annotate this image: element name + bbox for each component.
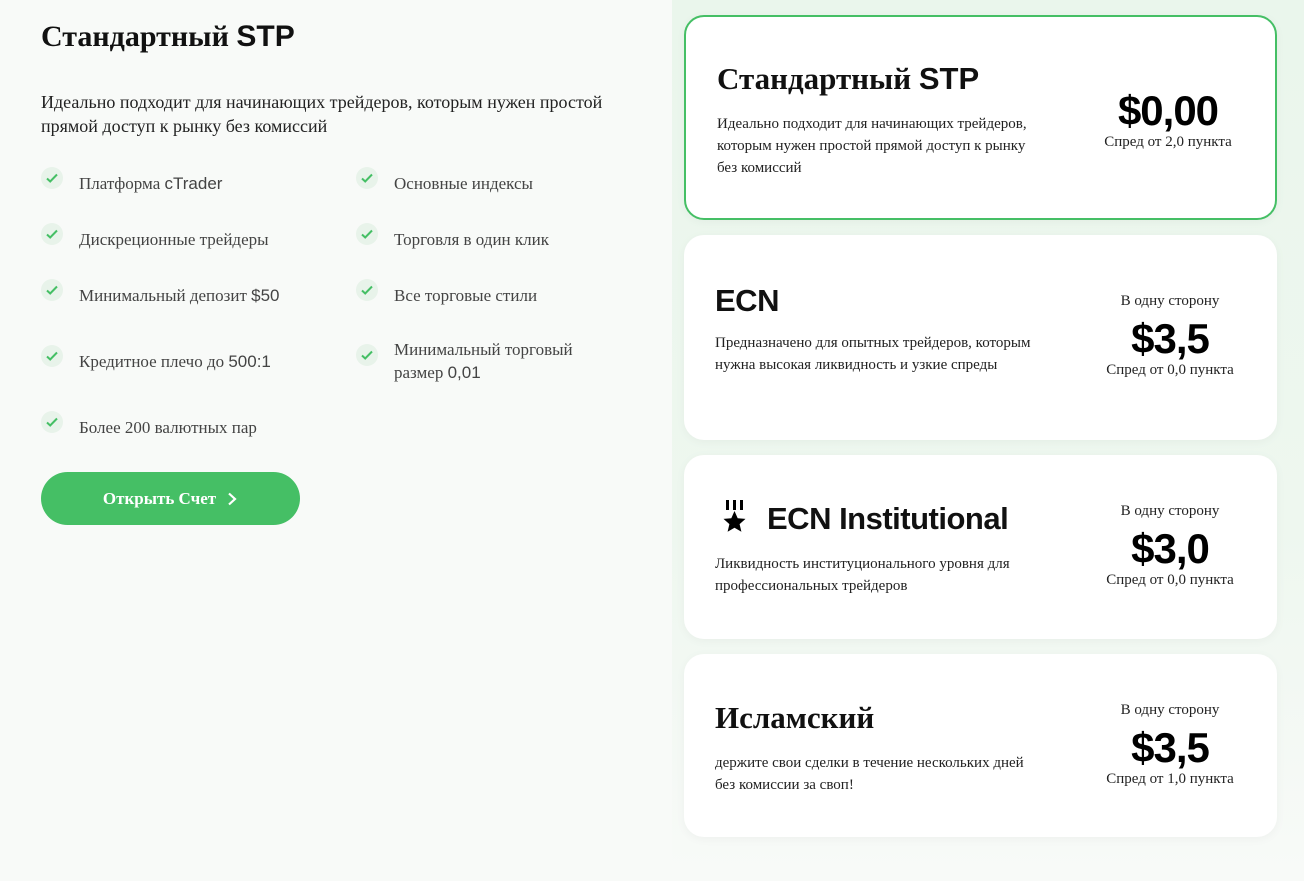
card-price: $0,00 (1117, 87, 1219, 134)
card-pricing: В одну сторону $3,0 Спред от 0,0 пункта (1095, 501, 1245, 589)
check-icon (356, 167, 378, 189)
account-card-ecn[interactable]: ECN Предназначено для опытных трейдеров,… (684, 235, 1277, 440)
card-pricing: $0,00 Спред от 2,0 пункта (1093, 89, 1243, 151)
open-account-label: Открыть Счет (102, 488, 217, 508)
account-title: Стандартный STP (41, 20, 295, 53)
card-side: В одну сторону (1120, 293, 1220, 309)
account-description: Идеально подходит для начинающих трейдер… (41, 92, 603, 136)
card-title: Стандартный STP (717, 61, 980, 96)
check-icon (41, 167, 63, 189)
check-icon (41, 411, 63, 433)
feature-item: Кредитное плечо до 500:1 (41, 345, 341, 373)
medal-star-icon (723, 500, 746, 532)
card-side: В одну сторону (1120, 503, 1220, 519)
card-side: В одну сторону (1120, 702, 1220, 718)
check-icon (41, 279, 63, 301)
feature-item: Дискреционные трейдеры (41, 223, 341, 251)
card-spread: Спред от 0,0 пункта (1106, 362, 1234, 378)
card-spread: Спред от 1,0 пункта (1106, 771, 1234, 787)
card-pricing: В одну сторону $3,5 Спред от 0,0 пункта (1095, 291, 1245, 379)
card-description: Ликвидность институционального уровня дл… (715, 556, 1010, 594)
feature-item: Минимальный торговый размер 0,01 (356, 338, 586, 384)
card-description: Идеально подходит для начинающих трейдер… (717, 116, 1027, 176)
check-icon (356, 223, 378, 245)
check-icon (356, 279, 378, 301)
card-title: ECN Institutional (767, 501, 1009, 536)
card-description: держите свои сделки в течение нескольких… (715, 755, 1024, 793)
chevron-right-icon (228, 492, 237, 505)
card-price: $3,5 (1131, 724, 1210, 771)
feature-item: Минимальный депозит $50 (41, 279, 341, 307)
card-title: ECN (715, 283, 779, 318)
open-account-button[interactable]: Открыть Счет (41, 472, 300, 525)
account-card-ecn-institutional[interactable]: ECN Institutional Ликвидность институцио… (684, 455, 1277, 639)
card-pricing: В одну сторону $3,5 Спред от 1,0 пункта (1095, 700, 1245, 788)
feature-item: Все торговые стили (356, 279, 616, 307)
card-spread: Спред от 0,0 пункта (1106, 572, 1234, 588)
card-description: Предназначено для опытных трейдеров, кот… (715, 335, 1031, 373)
feature-item: Более 200 валютных пар (41, 411, 341, 439)
feature-item: Платформа cTrader (41, 167, 341, 195)
card-spread: Спред от 2,0 пункта (1104, 134, 1232, 150)
check-icon (41, 223, 63, 245)
check-icon (356, 344, 378, 366)
card-price: $3,5 (1131, 315, 1210, 362)
account-card-islamic[interactable]: Исламский держите свои сделки в течение … (684, 654, 1277, 837)
check-icon (41, 345, 63, 367)
account-card-standard-stp[interactable]: Стандартный STP Идеально подходит для на… (684, 15, 1277, 220)
card-title: Исламский (715, 700, 875, 735)
feature-item: Торговля в один клик (356, 223, 616, 251)
feature-item: Основные индексы (356, 167, 616, 195)
card-price: $3,0 (1131, 525, 1210, 572)
